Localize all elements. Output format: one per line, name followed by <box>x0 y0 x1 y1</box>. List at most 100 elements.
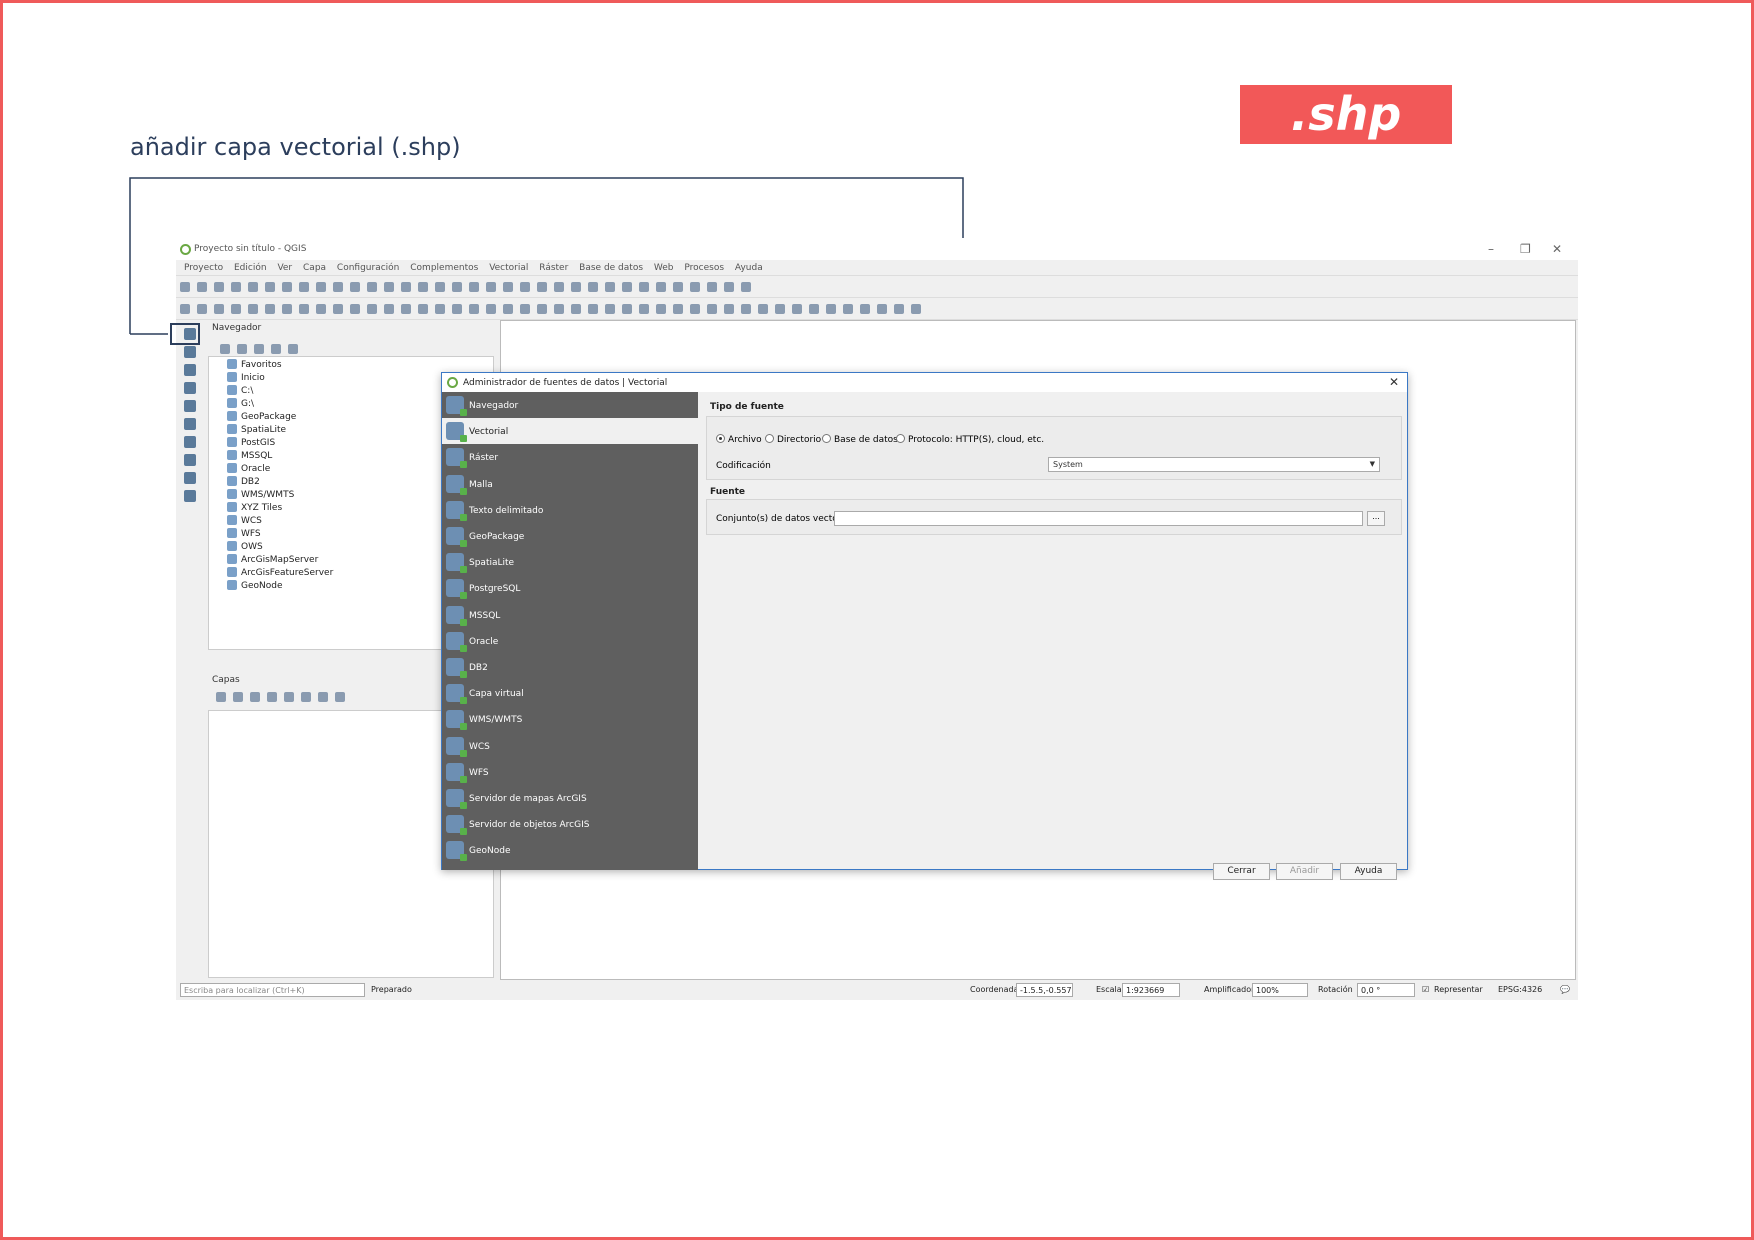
toolbar-tool-icon[interactable] <box>452 304 462 314</box>
sidebar-item-16[interactable]: Servidor de objetos ArcGIS <box>442 811 698 837</box>
toolbar-tool-icon[interactable] <box>333 282 343 292</box>
toolbar-tool-icon[interactable] <box>180 282 190 292</box>
toolbar-tool-icon[interactable] <box>826 304 836 314</box>
style-icon[interactable] <box>216 692 226 702</box>
render-checkbox[interactable]: ☑ <box>1422 985 1429 994</box>
sidebar-item-11[interactable]: Capa virtual <box>442 680 698 706</box>
toolbar-tool-icon[interactable] <box>911 304 921 314</box>
info-icon[interactable] <box>288 344 298 354</box>
toolbar-tool-icon[interactable] <box>265 304 275 314</box>
add-delimited-text-icon[interactable] <box>184 364 196 376</box>
restore-icon[interactable]: ❐ <box>1520 242 1531 256</box>
toolbar-tool-icon[interactable] <box>588 304 598 314</box>
toolbar-tool-icon[interactable] <box>809 304 819 314</box>
menu-complementos[interactable]: Complementos <box>410 263 478 273</box>
toolbar-tool-icon[interactable] <box>350 304 360 314</box>
toolbar-tool-icon[interactable] <box>316 282 326 292</box>
toolbar-tool-icon[interactable] <box>299 304 309 314</box>
toolbar-tool-icon[interactable] <box>435 304 445 314</box>
toolbar-tool-icon[interactable] <box>673 282 683 292</box>
coord-field[interactable]: -1.5.5,-0.557 <box>1016 983 1073 997</box>
toolbar-tool-icon[interactable] <box>860 304 870 314</box>
menu-ayuda[interactable]: Ayuda <box>735 263 763 273</box>
sidebar-item-9[interactable]: Oracle <box>442 628 698 654</box>
toolbar-tool-icon[interactable] <box>384 304 394 314</box>
toolbar-tool-icon[interactable] <box>741 304 751 314</box>
menu-base-datos[interactable]: Base de datos <box>579 263 643 273</box>
add-vector-layer-icon[interactable] <box>184 328 196 340</box>
toolbar-tool-icon[interactable] <box>214 304 224 314</box>
toolbar-tool-icon[interactable] <box>435 282 445 292</box>
remove-layer-icon[interactable] <box>335 692 345 702</box>
toolbar-tool-icon[interactable] <box>520 304 530 314</box>
toolbar-tool-icon[interactable] <box>469 282 479 292</box>
toolbar-tool-icon[interactable] <box>724 304 734 314</box>
toolbar-tool-icon[interactable] <box>639 304 649 314</box>
browser-item-wms-wmts[interactable]: WMS/WMTS <box>227 489 294 502</box>
add-wfs-icon[interactable] <box>184 454 196 466</box>
radio-database[interactable]: Base de datos <box>822 434 898 445</box>
add-mesh-icon[interactable] <box>184 400 196 412</box>
toolbar-tool-icon[interactable] <box>877 304 887 314</box>
toolbar-tool-icon[interactable] <box>605 304 615 314</box>
magnifier-field[interactable]: 100% <box>1252 983 1308 997</box>
sidebar-item-17[interactable]: GeoNode <box>442 837 698 863</box>
browser-item-wfs[interactable]: WFS <box>227 528 261 541</box>
filter-legend-icon[interactable] <box>267 692 277 702</box>
toolbar-tool-icon[interactable] <box>197 304 207 314</box>
toolbar-tool-icon[interactable] <box>554 304 564 314</box>
toolbar-tool-icon[interactable] <box>503 304 513 314</box>
toolbar-tool-icon[interactable] <box>384 282 394 292</box>
browser-item-postgis[interactable]: PostGIS <box>227 437 275 450</box>
toolbar-tool-icon[interactable] <box>231 282 241 292</box>
browser-item-oracle[interactable]: Oracle <box>227 463 270 476</box>
browser-item-xyz-tiles[interactable]: XYZ Tiles <box>227 502 282 515</box>
toolbar-tool-icon[interactable] <box>792 304 802 314</box>
toolbar-tool-icon[interactable] <box>197 282 207 292</box>
toolbar-tool-icon[interactable] <box>231 304 241 314</box>
toolbar-tool-icon[interactable] <box>571 282 581 292</box>
toolbar-tool-icon[interactable] <box>741 282 751 292</box>
sidebar-item-6[interactable]: SpatiaLite <box>442 549 698 575</box>
close-button[interactable]: Cerrar <box>1213 863 1270 880</box>
toolbar-tool-icon[interactable] <box>843 304 853 314</box>
toolbar-tool-icon[interactable] <box>894 304 904 314</box>
toolbar-tool-icon[interactable] <box>520 282 530 292</box>
close-icon[interactable]: ✕ <box>1552 242 1562 256</box>
add-button[interactable]: Añadir <box>1276 863 1333 880</box>
toolbar-tool-icon[interactable] <box>282 282 292 292</box>
sidebar-item-4[interactable]: Texto delimitado <box>442 497 698 523</box>
toolbar-tool-icon[interactable] <box>333 304 343 314</box>
sidebar-item-15[interactable]: Servidor de mapas ArcGIS <box>442 785 698 811</box>
toolbar-tool-icon[interactable] <box>503 282 513 292</box>
help-button[interactable]: Ayuda <box>1340 863 1397 880</box>
sidebar-item-5[interactable]: GeoPackage <box>442 523 698 549</box>
toolbar-tool-icon[interactable] <box>367 304 377 314</box>
collapse-all-icon[interactable] <box>318 692 328 702</box>
sidebar-item-13[interactable]: WCS <box>442 733 698 759</box>
sidebar-item-12[interactable]: WMS/WMTS <box>442 706 698 732</box>
encoding-select[interactable]: System ▼ <box>1048 457 1380 472</box>
toolbar-tool-icon[interactable] <box>248 304 258 314</box>
add-wcs-icon[interactable] <box>184 472 196 484</box>
add-selected-icon[interactable] <box>220 344 230 354</box>
toolbar-tool-icon[interactable] <box>486 282 496 292</box>
toolbar-tool-icon[interactable] <box>639 282 649 292</box>
sidebar-item-10[interactable]: DB2 <box>442 654 698 680</box>
browser-item-home[interactable]: Inicio <box>227 372 265 385</box>
toolbar-tool-icon[interactable] <box>690 282 700 292</box>
radio-file[interactable]: Archivo <box>716 434 762 445</box>
sidebar-item-7[interactable]: PostgreSQL <box>442 575 698 601</box>
browser-item-geopackage[interactable]: GeoPackage <box>227 411 296 424</box>
menu-vectorial[interactable]: Vectorial <box>489 263 528 273</box>
toolbar-tool-icon[interactable] <box>299 282 309 292</box>
refresh-icon[interactable] <box>237 344 247 354</box>
browser-item-geonode[interactable]: GeoNode <box>227 580 283 593</box>
minimize-icon[interactable]: – <box>1488 242 1494 256</box>
toolbar-tool-icon[interactable] <box>588 282 598 292</box>
toolbar-tool-icon[interactable] <box>401 282 411 292</box>
crs-button[interactable]: EPSG:4326 <box>1498 985 1542 994</box>
toolbar-tool-icon[interactable] <box>180 304 190 314</box>
scale-combo[interactable]: 1:923669 <box>1122 983 1180 997</box>
toolbar-tool-icon[interactable] <box>758 304 768 314</box>
